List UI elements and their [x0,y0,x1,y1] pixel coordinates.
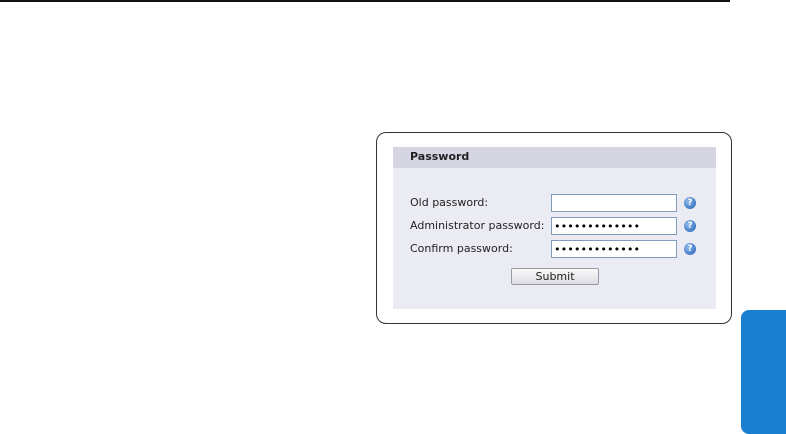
top-divider [0,0,730,2]
administrator-password-label: Administrator password: [410,219,545,232]
old-password-help-icon[interactable]: ? [684,197,696,209]
side-tab [741,310,786,434]
confirm-password-help-icon[interactable]: ? [684,243,696,255]
password-panel: Password Old password: ? Administrator p… [393,147,716,309]
submit-button[interactable]: Submit [511,268,599,285]
old-password-row: Old password: ? [393,194,716,212]
confirm-password-label: Confirm password: [410,242,513,255]
administrator-password-help-icon[interactable]: ? [684,220,696,232]
old-password-label: Old password: [410,196,489,209]
panel-header: Password [393,147,716,168]
confirm-password-field[interactable] [551,240,677,258]
password-settings-frame: Password Old password: ? Administrator p… [376,132,732,324]
panel-title: Password [410,150,470,163]
confirm-password-row: Confirm password: ? [393,240,716,258]
old-password-field[interactable] [551,194,677,212]
administrator-password-row: Administrator password: ? [393,217,716,235]
administrator-password-field[interactable] [551,217,677,235]
